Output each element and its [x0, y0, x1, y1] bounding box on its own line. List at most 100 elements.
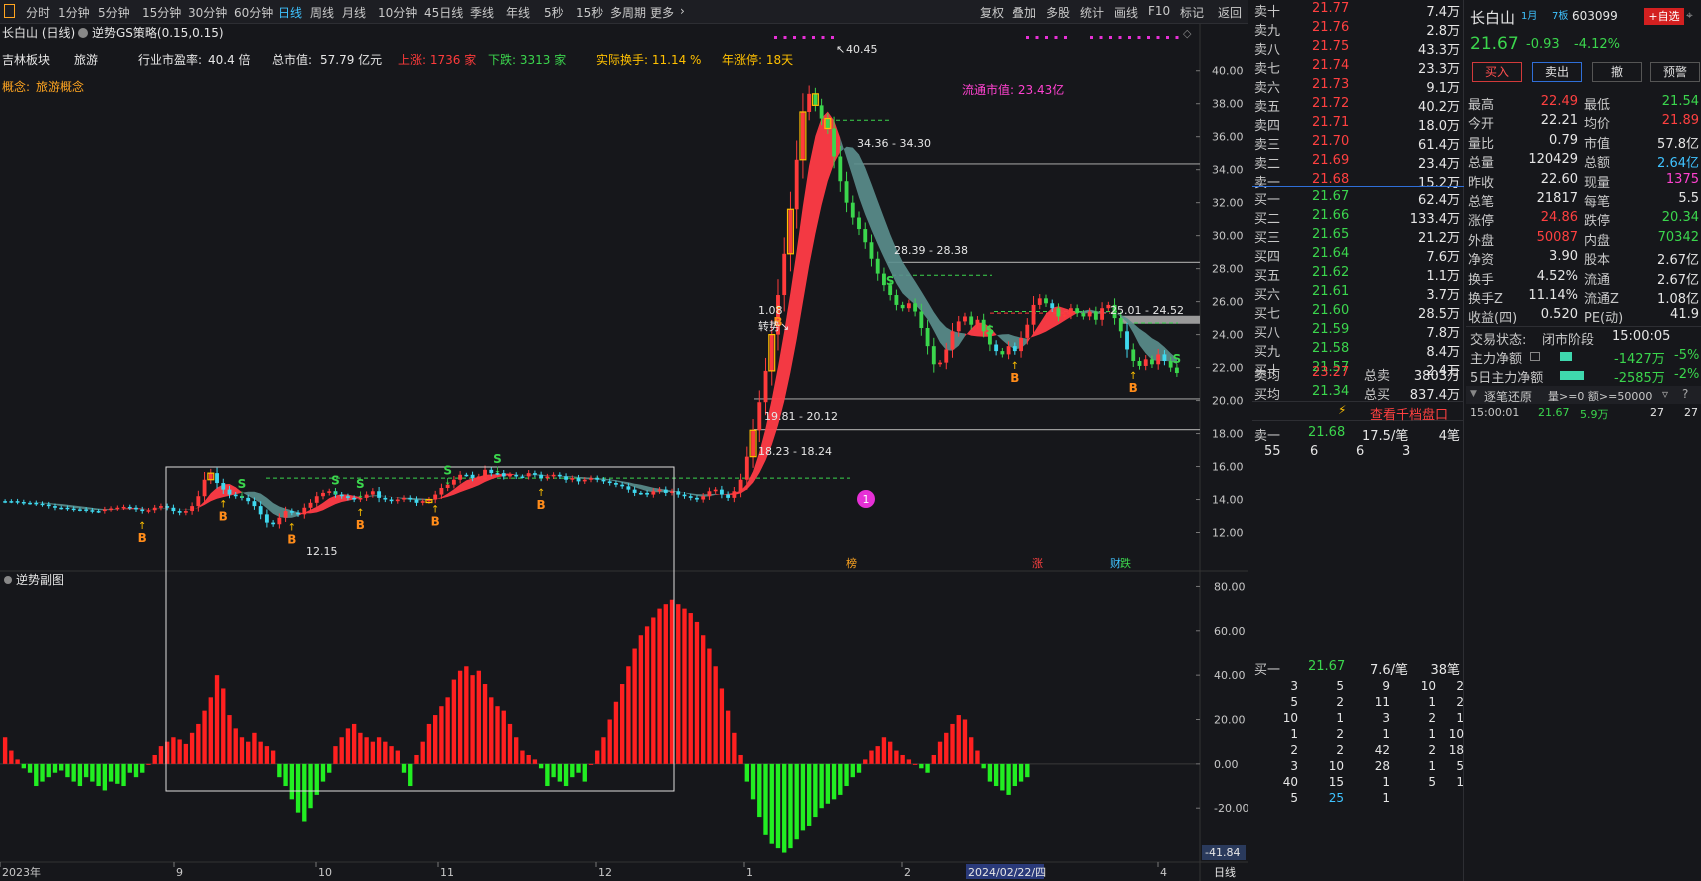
strategy-name[interactable]: 逆势GS策略(0.15,0.15)	[92, 25, 224, 40]
period-tab-9[interactable]: 10分钟	[378, 4, 417, 21]
sell-signal[interactable]: S	[493, 452, 502, 466]
ask-row[interactable]: 卖二 21.69 23.4万	[1252, 152, 1464, 172]
sell-signal[interactable]: S	[443, 464, 452, 478]
buy-signal[interactable]: B	[1129, 381, 1138, 395]
toolbar-action-4[interactable]: 画线	[1114, 4, 1138, 21]
main-flow-info-icon[interactable]	[1530, 352, 1540, 361]
period-tab-0[interactable]: 分时	[26, 4, 50, 21]
bid-row[interactable]: 买二 21.66 133.4万	[1252, 207, 1464, 227]
period-tab-1[interactable]: 1分钟	[58, 4, 90, 21]
indicator-bar	[115, 763, 120, 784]
toolbar-action-5[interactable]: F10	[1148, 4, 1170, 18]
buy-signal[interactable]: B	[219, 510, 228, 524]
period-tab-8[interactable]: 月线	[342, 4, 366, 21]
period-tab-16[interactable]: 更多	[650, 4, 674, 21]
quote-key: 每笔	[1584, 195, 1611, 210]
period-tab-14[interactable]: 15秒	[576, 4, 603, 21]
ask-row[interactable]: 卖三 21.70 61.4万	[1252, 133, 1464, 153]
period-tab-6[interactable]: 日线	[278, 4, 302, 21]
kline-chart[interactable]: 长白山 (日线) 逆势GS策略(0.15,0.15) ◇ 吉林板块 旅游 行业市…	[0, 24, 1249, 881]
period-tab-10[interactable]: 45日线	[424, 4, 463, 21]
toolbar-action-2[interactable]: 多股	[1046, 4, 1070, 21]
period-tab-15[interactable]: 多周期	[610, 4, 646, 21]
concept-value[interactable]: 旅游概念	[36, 79, 84, 94]
sell-signal[interactable]: S	[331, 474, 340, 488]
period-tab-3[interactable]: 15分钟	[142, 4, 181, 21]
buy-signal[interactable]: B	[138, 531, 147, 545]
cancel-button[interactable]: 撤	[1592, 62, 1642, 82]
sell-signal[interactable]: S	[356, 477, 365, 491]
indicator-bar	[476, 670, 481, 764]
help-icon[interactable]: ?	[1682, 387, 1688, 401]
bid-row[interactable]: 买九 21.58 8.4万	[1252, 340, 1464, 360]
sell-signal[interactable]: S	[1173, 352, 1182, 366]
strategy-settings-icon[interactable]	[78, 28, 88, 38]
chart-type-icon[interactable]	[4, 4, 15, 18]
sell-signal[interactable]: S	[238, 477, 247, 491]
bid-row[interactable]: 买六 21.61 3.7万	[1252, 283, 1464, 303]
buy-signal[interactable]: B	[1010, 371, 1019, 385]
pin-icon[interactable]: ⌖	[1686, 8, 1693, 23]
period-tab-4[interactable]: 30分钟	[188, 4, 227, 21]
bid-row[interactable]: 买五 21.62 1.1万	[1252, 264, 1464, 284]
ask-row[interactable]: 卖八 21.75 43.3万	[1252, 38, 1464, 58]
buy-button[interactable]: 买入	[1472, 62, 1522, 82]
main5-label: 5日主力净额	[1470, 371, 1544, 386]
add-favorite-button[interactable]: +自选	[1644, 8, 1684, 25]
sell-signal[interactable]: S	[986, 324, 995, 338]
indicator-bar	[856, 763, 862, 773]
toolbar-action-3[interactable]: 统计	[1080, 4, 1104, 21]
ask-row[interactable]: 卖十 21.77 7.4万	[1252, 0, 1464, 20]
bid-row[interactable]: 买一 21.67 62.4万	[1252, 188, 1464, 208]
collapse-arrow-icon[interactable]: ▼	[1470, 389, 1477, 399]
tick-label[interactable]: 逐笔还原	[1484, 388, 1532, 405]
sell-button[interactable]: 卖出	[1532, 62, 1582, 82]
bid-volume: 62.4万	[1418, 193, 1460, 208]
filter-icon[interactable]: ▿	[1662, 387, 1668, 401]
period-tab-7[interactable]: 周线	[310, 4, 334, 21]
collapse-icon[interactable]: ◇	[1183, 27, 1192, 40]
signal-dot	[1137, 36, 1141, 39]
ask-volume: 40.2万	[1418, 100, 1460, 115]
candle-body	[539, 474, 544, 479]
ask-row[interactable]: 卖九 21.76 2.8万	[1252, 19, 1464, 39]
toolbar-action-6[interactable]: 标记	[1180, 4, 1204, 21]
sub-axis-label: 40.00	[1214, 669, 1246, 682]
ask-row[interactable]: 卖五 21.72 40.2万	[1252, 95, 1464, 115]
ask-row[interactable]: 卖七 21.74 23.3万	[1252, 57, 1464, 77]
indicator-bar	[482, 684, 488, 764]
period-tag[interactable]: 日线	[1214, 865, 1236, 879]
indicator-bar	[551, 763, 556, 778]
period-tab-12[interactable]: 年线	[506, 4, 530, 21]
ask-row[interactable]: 卖六 21.73 9.1万	[1252, 76, 1464, 96]
period-tab-13[interactable]: 5秒	[544, 4, 564, 21]
buy-signal[interactable]: B	[287, 533, 296, 547]
ask-label: 卖二	[1254, 157, 1281, 172]
tag-die[interactable]: 跌	[1120, 556, 1131, 570]
period-tab-11[interactable]: 季线	[470, 4, 494, 21]
buy-signal[interactable]: B	[537, 498, 546, 512]
sub-settings-icon[interactable]	[4, 576, 12, 584]
bid-row[interactable]: 买四 21.64 7.6万	[1252, 245, 1464, 265]
ask-row[interactable]: 卖四 21.71 18.0万	[1252, 114, 1464, 134]
last-price: 21.67	[1470, 34, 1519, 54]
period-tab-2[interactable]: 5分钟	[98, 4, 130, 21]
alert-button[interactable]: 预警	[1650, 62, 1700, 82]
sell-signal[interactable]: S	[886, 274, 895, 288]
toolbar-action-1[interactable]: 叠加	[1012, 4, 1036, 21]
bid-row[interactable]: 买八 21.59 7.8万	[1252, 321, 1464, 341]
bid-row[interactable]: 买七 21.60 28.5万	[1252, 302, 1464, 322]
tag-bang[interactable]: 榜	[846, 556, 857, 570]
chart-canvas[interactable]: 长白山 (日线) 逆势GS策略(0.15,0.15) ◇ 吉林板块 旅游 行业市…	[0, 24, 1249, 881]
buy-signal[interactable]: B	[356, 518, 365, 532]
tick-filter[interactable]: 量>=0 额>=50000	[1548, 388, 1652, 404]
signal-dot	[821, 36, 825, 39]
toolbar-action-0[interactable]: 复权	[980, 4, 1004, 21]
tag-zhang[interactable]: 涨	[1032, 557, 1043, 570]
buy-signal[interactable]: B	[431, 515, 440, 529]
bid-row[interactable]: 买三 21.65 21.2万	[1252, 226, 1464, 246]
depth-link[interactable]: 查看千档盘口	[1370, 404, 1448, 423]
more-chevron-icon[interactable]: ›	[680, 4, 685, 18]
toolbar-action-7[interactable]: 返回	[1218, 4, 1242, 21]
period-tab-5[interactable]: 60分钟	[234, 4, 273, 21]
